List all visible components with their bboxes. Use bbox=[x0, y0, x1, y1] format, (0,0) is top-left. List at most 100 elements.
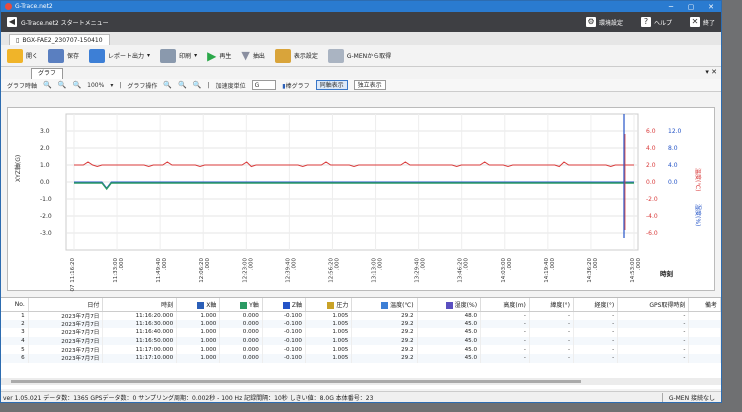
column-header[interactable]: GPS取得時刻 bbox=[617, 298, 690, 312]
right2-tick-label: 4.0 bbox=[668, 162, 678, 169]
column-header[interactable]: 時刻 bbox=[102, 298, 178, 312]
play-button[interactable]: ▶ 再生 bbox=[207, 49, 231, 63]
panel-close-icon[interactable]: ▾ ✕ bbox=[705, 68, 717, 76]
device-icon bbox=[327, 48, 344, 63]
table-row[interactable]: 1 2023年7月7日 11:16:20.000 1.000 0.000 -0.100 1.… bbox=[1, 311, 721, 320]
bar-graph-button[interactable]: ▮棒グラフ bbox=[282, 81, 309, 90]
sync-display-button[interactable]: 同軸表示 bbox=[315, 80, 348, 90]
x-tick-sublabel: .000 bbox=[119, 258, 125, 271]
column-header[interactable]: Z軸 bbox=[262, 298, 307, 312]
table-cell: 29.2 bbox=[351, 345, 418, 354]
table-cell: 5 bbox=[1, 345, 29, 354]
display-settings-button[interactable]: 表示設定 bbox=[274, 48, 318, 63]
save-icon bbox=[48, 48, 65, 63]
table-cell: 29.2 bbox=[351, 353, 418, 363]
table-cell: 0.000 bbox=[219, 336, 263, 346]
table-cell: - bbox=[480, 336, 530, 346]
x-tick-sublabel: .000 bbox=[636, 258, 642, 271]
series-toggle-checkbox[interactable] bbox=[327, 301, 335, 309]
maximize-button[interactable]: ▢ bbox=[681, 3, 701, 11]
column-header[interactable]: Y軸 bbox=[219, 298, 263, 312]
close-button[interactable]: ✕ bbox=[701, 3, 721, 11]
independent-display-button[interactable]: 独立表示 bbox=[353, 80, 386, 90]
table-cell bbox=[688, 353, 721, 363]
env-settings-button[interactable]: ⚙ 環境設定 bbox=[585, 17, 623, 27]
column-header[interactable]: 日付 bbox=[28, 298, 104, 312]
menu-title: G-Trace.net2 スタートメニュー bbox=[21, 19, 109, 27]
table-row[interactable]: 4 2023年7月7日 11:16:50.000 1.000 0.000 -0.100 1.… bbox=[1, 336, 721, 346]
y-tick-label: -2.0 bbox=[40, 213, 52, 220]
table-cell: 29.2 bbox=[351, 311, 418, 320]
data-grid: No. 日付 時刻 X軸 Y軸 Z軸 圧力 温度(℃) 湿度(%) 高度(m) 緯度(°) 経度(°)… bbox=[1, 297, 721, 389]
help-button[interactable]: ? ヘルプ bbox=[640, 17, 672, 27]
graph-zoom-in-icon[interactable]: 🔍 bbox=[163, 81, 172, 89]
table-cell: - bbox=[480, 311, 530, 320]
minimize-button[interactable]: ─ bbox=[661, 3, 681, 11]
report-output-button[interactable]: レポート出力 ▾ bbox=[89, 48, 150, 63]
column-header[interactable]: No. bbox=[1, 298, 29, 312]
menu-bar: ◀ G-Trace.net2 スタートメニュー ⚙ 環境設定 ? ヘルプ ✕ 終了 bbox=[1, 12, 721, 32]
table-cell bbox=[688, 319, 721, 329]
table-cell: 45.0 bbox=[417, 319, 482, 329]
table-cell: -0.100 bbox=[262, 345, 307, 354]
table-cell: 1.005 bbox=[305, 319, 353, 329]
graph-zoom-reset-icon[interactable]: 🔍 bbox=[193, 81, 202, 89]
table-row[interactable]: 3 2023年7月7日 11:16:40.000 1.000 0.000 -0.100 1.… bbox=[1, 328, 721, 337]
table-cell: 1.005 bbox=[305, 328, 353, 337]
series-toggle-checkbox[interactable] bbox=[240, 301, 248, 309]
x-tick-sublabel: .000 bbox=[248, 258, 254, 271]
zoom-reset-icon[interactable]: 🔍 bbox=[72, 81, 81, 89]
column-header[interactable]: 圧力 bbox=[305, 298, 353, 312]
accel-unit-select[interactable]: G bbox=[251, 80, 277, 90]
table-cell: -0.100 bbox=[262, 319, 307, 329]
table-row[interactable]: 6 2023年7月7日 11:17:10.000 1.000 0.000 -0.100 1.… bbox=[1, 353, 721, 363]
table-cell: 0.000 bbox=[219, 319, 263, 329]
right-tick-label: -4.0 bbox=[646, 213, 658, 220]
right-tick-label: -2.0 bbox=[646, 196, 658, 203]
right-tick-label: -6.0 bbox=[646, 230, 658, 237]
scroll-thumb[interactable] bbox=[11, 380, 581, 383]
table-cell bbox=[688, 328, 721, 337]
save-button[interactable]: 保存 bbox=[48, 48, 79, 63]
column-header[interactable]: 高度(m) bbox=[480, 298, 530, 312]
series-toggle-checkbox[interactable] bbox=[282, 301, 290, 309]
table-cell: 4 bbox=[1, 336, 29, 346]
table-row[interactable]: 5 2023年7月7日 11:17:00.000 1.000 0.000 -0.100 1.… bbox=[1, 345, 721, 354]
series-toggle-checkbox[interactable] bbox=[381, 301, 389, 309]
table-cell: -0.100 bbox=[262, 311, 307, 320]
table-cell: 45.0 bbox=[417, 353, 482, 363]
zoom-out-icon[interactable]: 🔍 bbox=[58, 81, 67, 89]
column-header[interactable]: X軸 bbox=[176, 298, 221, 312]
graph-zoom-out-icon[interactable]: 🔍 bbox=[178, 81, 187, 89]
column-header[interactable]: 湿度(%) bbox=[417, 298, 482, 312]
gmen-fetch-button[interactable]: G-MENから取得 bbox=[327, 48, 391, 63]
extract-button[interactable]: ▼ 抽出 bbox=[241, 49, 264, 62]
file-tab[interactable]: ▯ BGX-FAE2_230707-150410 bbox=[9, 34, 110, 45]
table-cell: - bbox=[573, 336, 619, 346]
horizontal-scrollbar[interactable] bbox=[1, 378, 721, 385]
table-cell: 1.000 bbox=[176, 345, 221, 354]
app-window: G-Trace.net2 ─ ▢ ✕ ◀ G-Trace.net2 スタートメニュー… bbox=[0, 0, 722, 403]
print-button[interactable]: 印刷 ▾ bbox=[160, 48, 197, 63]
table-row[interactable]: 2 2023年7月7日 11:16:30.000 1.000 0.000 -0.100 1.… bbox=[1, 319, 721, 329]
status-bar: ver 1.05.021 データ数：1365 GPSデータ数：0 サンプリング周… bbox=[1, 391, 721, 402]
column-header[interactable]: 備考 bbox=[688, 298, 721, 312]
line-chart[interactable]: 3.0 2.0 1.0 0.0 -1.0 -2.0 -3.0 6.0 4.0 2.0 0.0 -2.0… bbox=[8, 108, 716, 292]
table-cell: - bbox=[529, 311, 575, 320]
tab-graph[interactable]: グラフ bbox=[31, 68, 64, 79]
table-cell: 0.000 bbox=[219, 345, 263, 354]
table-cell: - bbox=[573, 345, 619, 354]
series-toggle-checkbox[interactable] bbox=[445, 301, 453, 309]
column-header[interactable]: 経度(°) bbox=[573, 298, 619, 312]
series-toggle-checkbox[interactable] bbox=[197, 301, 205, 309]
app-logo-icon bbox=[5, 3, 12, 10]
chart-area[interactable]: 3.0 2.0 1.0 0.0 -1.0 -2.0 -3.0 6.0 4.0 2.0 0.0 -2.0… bbox=[7, 107, 716, 292]
exit-button[interactable]: ✕ 終了 bbox=[689, 17, 715, 27]
window-title: G-Trace.net2 bbox=[15, 3, 53, 10]
table-cell bbox=[688, 311, 721, 320]
open-button[interactable]: 開く bbox=[7, 48, 38, 63]
back-icon[interactable]: ◀ bbox=[7, 17, 17, 27]
column-header[interactable]: 緯度(°) bbox=[529, 298, 575, 312]
column-header[interactable]: 温度(℃) bbox=[351, 298, 418, 312]
zoom-in-icon[interactable]: 🔍 bbox=[43, 81, 52, 89]
